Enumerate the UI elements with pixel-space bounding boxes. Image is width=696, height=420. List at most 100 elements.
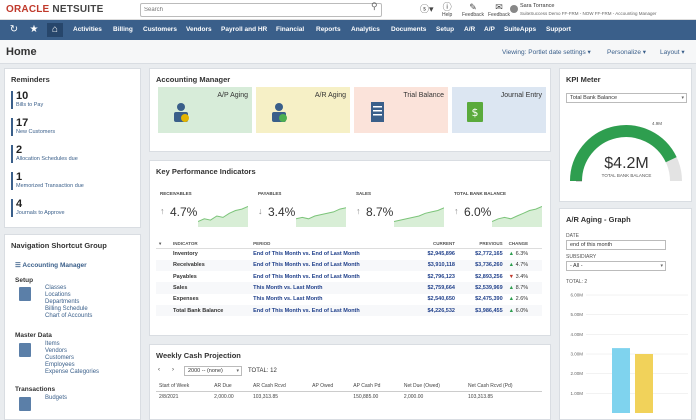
kpi-title: Key Performance Indicators <box>156 167 256 176</box>
kpi-meter-value: $4.2M <box>604 155 649 172</box>
nav-documents[interactable]: Documents <box>391 26 426 33</box>
ar-bar-0[interactable] <box>612 348 630 413</box>
user-menu[interactable]: Sara Torrance SuiteSuccess Demo FF-FRM -… <box>520 3 657 17</box>
reminder-memorized-transaction[interactable]: 1 Memorized Transaction due <box>11 172 84 190</box>
nav-analytics[interactable]: Analytics <box>351 26 380 33</box>
link-employees[interactable]: Employees <box>45 362 75 369</box>
transactions-heading: Transactions <box>15 386 56 393</box>
kpi-meter-select[interactable]: Total Bank Balance ▾ <box>566 93 687 103</box>
feedback-link-2[interactable]: ✉ Feedback <box>488 2 510 18</box>
col-change[interactable]: CHANGE <box>505 239 542 249</box>
nav-payroll-hr[interactable]: Payroll and HR <box>221 26 267 33</box>
col-ap-owed[interactable]: AP Owed <box>309 381 351 392</box>
subsidiary-select[interactable]: - All - ▾ <box>566 261 666 271</box>
feedback-link[interactable]: ✎ Feedback <box>462 2 484 18</box>
nav-ap[interactable]: A/P <box>484 26 495 33</box>
col-ar-cash-rcvd[interactable]: AR Cash Rcvd <box>249 381 310 392</box>
svg-text:$: $ <box>472 106 479 119</box>
ar-aging-tile[interactable]: A/R Aging <box>256 87 350 133</box>
feedback-icon: ✎ <box>469 2 477 12</box>
nav-vendors[interactable]: Vendors <box>186 26 212 33</box>
kpi-meter-caption: TOTAL BANK BALANCE <box>601 173 652 178</box>
col-ar-due[interactable]: AR Due <box>211 381 250 392</box>
reminder-new-customers[interactable]: 17 New Customers <box>11 118 55 136</box>
recent-records-menu[interactable]: ⓢ▾ <box>420 4 434 14</box>
link-vendors[interactable]: Vendors <box>45 348 67 355</box>
reminder-bills-to-pay[interactable]: 10 Bills to Pay <box>11 91 43 109</box>
ar-bar-1[interactable] <box>635 354 653 413</box>
kpi-row-inventory[interactable]: Inventory End of This Month vs. End of La… <box>156 249 542 260</box>
link-classes[interactable]: Classes <box>45 285 66 292</box>
global-search-input[interactable] <box>140 3 382 17</box>
kpi-receivables-box[interactable]: RECEIVABLES ↑ 4.7% <box>156 189 248 233</box>
chat-icon: ✉ <box>495 2 503 12</box>
kpi-bank-balance-box[interactable]: TOTAL BANK BALANCE ↑ 6.0% <box>450 189 542 233</box>
nav-support[interactable]: Support <box>546 26 571 33</box>
col-ap-cash-pd[interactable]: AP Cash Pd <box>350 381 401 392</box>
kpi-row-expenses[interactable]: Expenses This Month vs. Last Month $2,540,… <box>156 294 542 305</box>
master-data-icon <box>19 343 31 357</box>
home-icon[interactable]: ⌂ <box>47 23 63 37</box>
link-billing-schedule[interactable]: Billing Schedule <box>45 306 88 313</box>
nav-financial[interactable]: Financial <box>276 26 304 33</box>
col-indicator[interactable]: INDICATOR <box>170 239 251 249</box>
personalize-link[interactable]: Personalize ▾ <box>607 48 646 56</box>
link-chart-of-accounts[interactable]: Chart of Accounts <box>45 313 92 320</box>
link-expense-categories[interactable]: Expense Categories <box>45 369 99 376</box>
kpi-row-receivables[interactable]: Receivables End of This Month vs. End of … <box>156 259 542 272</box>
portlet-date-settings-link[interactable]: Viewing: Portlet date settings ▾ <box>502 48 591 56</box>
arrow-up-icon: ▲ <box>508 262 516 269</box>
star-icon[interactable]: ★ <box>26 23 42 37</box>
kpi-row-sales[interactable]: Sales This Month vs. Last Month $2,759,664… <box>156 282 542 294</box>
netsuite-logo[interactable]: ORACLE NETSUITE <box>6 4 103 15</box>
link-locations[interactable]: Locations <box>45 292 71 299</box>
link-departments[interactable]: Departments <box>45 299 79 306</box>
col-current[interactable]: CURRENT <box>410 239 458 249</box>
date-select[interactable]: end of this month <box>566 240 666 250</box>
ar-graph-total: TOTAL: 2 <box>566 279 588 285</box>
accounting-manager-shortcut[interactable]: ☰ Accounting Manager <box>15 262 87 270</box>
nav-activities[interactable]: Activities <box>73 26 102 33</box>
trial-balance-tile[interactable]: Trial Balance <box>354 87 448 133</box>
table-row[interactable]: 2/8/2021 2,000.00 103,313.85 150,885.00 … <box>156 392 542 403</box>
nav-shortcut-title: Navigation Shortcut Group <box>11 241 107 250</box>
weekly-total: TOTAL: 12 <box>248 368 277 374</box>
user-avatar[interactable] <box>510 5 518 13</box>
col-period[interactable]: PERIOD <box>250 239 411 249</box>
ap-aging-tile[interactable]: A/P Aging <box>158 87 252 133</box>
link-budgets[interactable]: Budgets <box>45 395 67 402</box>
kpi-row-total-bank-balance[interactable]: Total Bank Balance End of This Month vs. … <box>156 304 542 317</box>
kpi-payables-box[interactable]: PAYABLES ↓ 3.4% <box>254 189 346 233</box>
y-tick-label: 3.00M <box>570 352 583 357</box>
nav-suiteapps[interactable]: SuiteApps <box>504 26 536 33</box>
expand-icon[interactable]: ▾ <box>156 239 170 249</box>
recent-icon[interactable]: ↻ <box>6 23 22 37</box>
prev-page-icon[interactable]: ‹ <box>158 367 160 373</box>
nav-shortcut-portlet: Navigation Shortcut Group ☰ Accounting M… <box>4 234 141 420</box>
kpi-sales-box[interactable]: SALES ↑ 8.7% <box>352 189 444 233</box>
link-customers[interactable]: Customers <box>45 355 74 362</box>
help-link[interactable]: ⓘ Help <box>442 2 452 18</box>
col-net-due[interactable]: Net Due (Owed) <box>400 381 466 392</box>
col-previous[interactable]: PREVIOUS <box>457 239 506 249</box>
user-name: Sara Torrance <box>520 3 555 9</box>
nav-ar[interactable]: A/R <box>464 26 475 33</box>
reminder-allocation-schedules[interactable]: 2 Allocation Schedules due <box>11 145 78 163</box>
nav-setup[interactable]: Setup <box>436 26 454 33</box>
nav-billing[interactable]: Billing <box>113 26 133 33</box>
col-net-cash-rcvd[interactable]: Net Cash Rcvd (Pd) <box>465 381 542 392</box>
nav-reports[interactable]: Reports <box>316 26 341 33</box>
nav-customers[interactable]: Customers <box>143 26 177 33</box>
range-select[interactable]: 2000 -- (none) ▾ <box>184 366 242 376</box>
next-page-icon[interactable]: › <box>172 367 174 373</box>
kpi-row-payables[interactable]: Payables End of This Month vs. End of Las… <box>156 271 542 282</box>
layout-link[interactable]: Layout ▾ <box>660 48 685 56</box>
y-tick-label: 2.00M <box>570 371 583 376</box>
user-role: SuiteSuccess Demo FF-FRM - NOW FF-FRM - … <box>520 11 657 16</box>
reminder-journals-to-approve[interactable]: 4 Journals to Approve <box>11 199 65 217</box>
link-items[interactable]: Items <box>45 341 60 348</box>
col-start-of-week[interactable]: Start of Week <box>156 381 212 392</box>
kpi-portlet: Key Performance Indicators RECEIVABLES ↑… <box>149 160 551 336</box>
kpi-meter-portlet: KPI Meter Total Bank Balance ▾ 4.9M $4.2M… <box>559 68 692 202</box>
journal-entry-tile[interactable]: Journal Entry $ <box>452 87 546 133</box>
